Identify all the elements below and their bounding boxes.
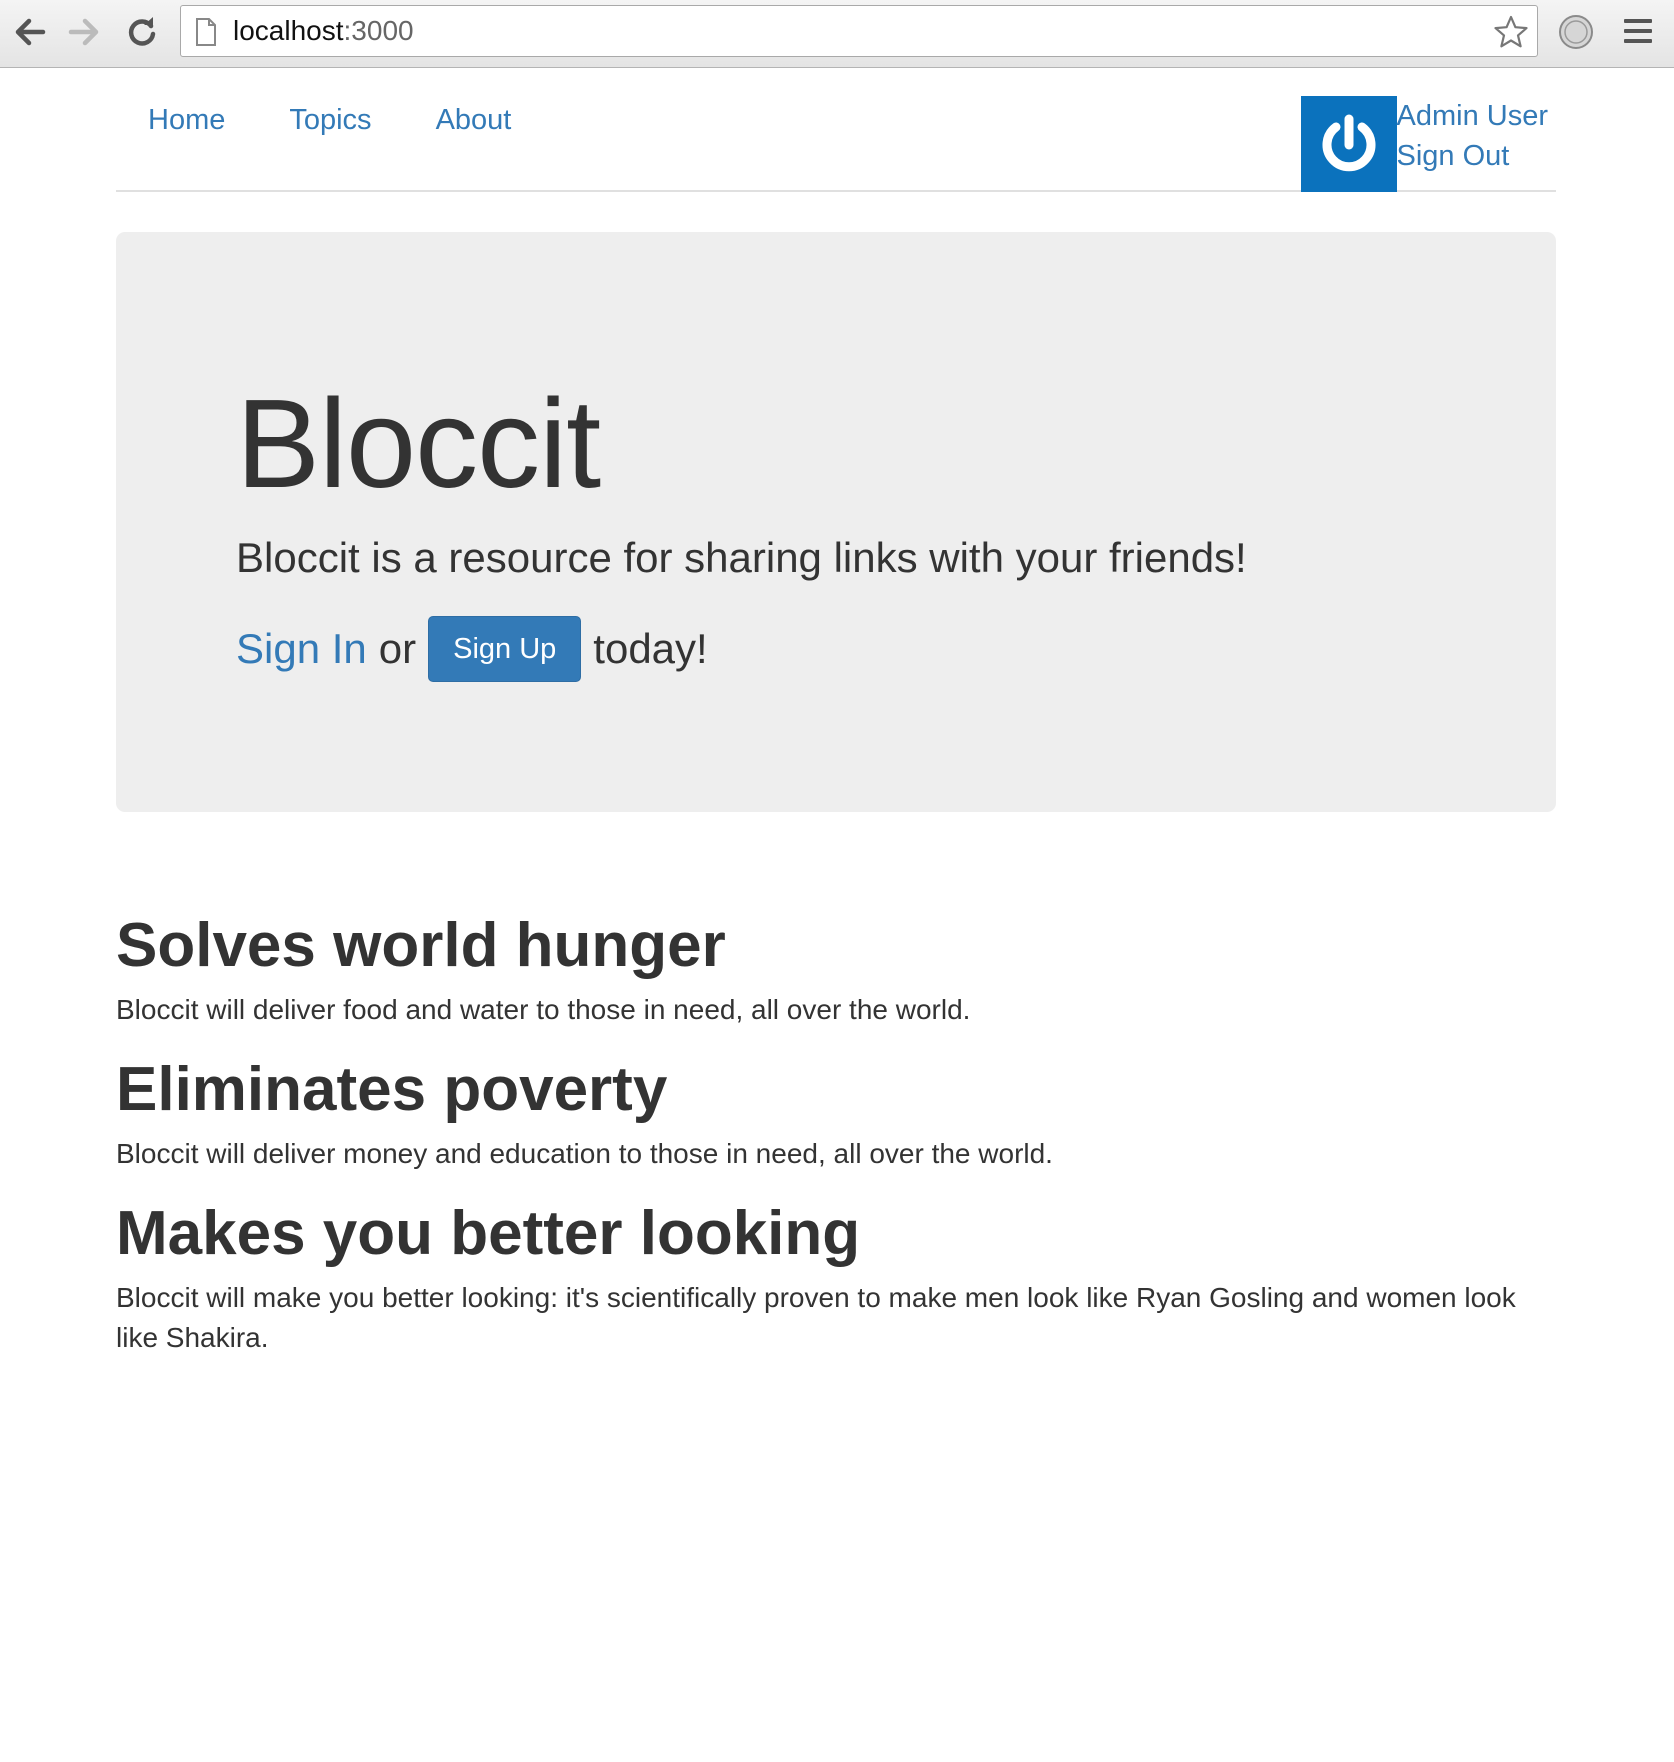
hero-lead: Bloccit is a resource for sharing links … <box>236 534 1247 581</box>
or-text: or <box>378 625 417 672</box>
nav-link-about[interactable]: About <box>404 68 544 172</box>
today-text: today! <box>593 625 708 672</box>
url-host: localhost <box>233 15 344 46</box>
forward-arrow-icon[interactable] <box>64 12 104 52</box>
star-icon[interactable] <box>1493 14 1529 55</box>
browser-toolbar: localhost:3000 <box>0 0 1674 68</box>
user-name-link[interactable]: Admin User <box>1397 96 1549 136</box>
sign-in-link[interactable]: Sign In <box>236 625 367 673</box>
address-bar[interactable]: localhost:3000 <box>180 5 1538 57</box>
user-links: Admin User Sign Out <box>1397 96 1557 192</box>
feature-text: Bloccit will deliver food and water to t… <box>116 994 971 1025</box>
feature-heading: Makes you better looking <box>116 1199 861 1268</box>
url-text: localhost:3000 <box>233 6 414 56</box>
hero-jumbotron: Bloccit Bloccit is a resource for sharin… <box>116 232 1556 812</box>
hero-cta: Sign In or Sign Up today! <box>236 616 708 682</box>
page-icon <box>195 18 217 51</box>
hero-title: Bloccit <box>236 373 601 514</box>
back-arrow-icon[interactable] <box>10 12 50 52</box>
feature-text: Bloccit will deliver money and education… <box>116 1138 1053 1169</box>
hamburger-menu-icon[interactable] <box>1622 16 1658 48</box>
avatar[interactable] <box>1300 96 1397 192</box>
feature-text: Bloccit will make you better looking: it… <box>116 1282 1516 1353</box>
feature-item: Solves world hunger Bloccit will deliver… <box>116 908 1556 1030</box>
nav-link-topics[interactable]: Topics <box>257 68 403 172</box>
reload-icon[interactable] <box>122 12 162 52</box>
url-port: :3000 <box>343 15 414 46</box>
feature-item: Eliminates poverty Bloccit will deliver … <box>116 1052 1556 1174</box>
power-icon <box>1322 114 1375 172</box>
nav-link-home[interactable]: Home <box>116 68 257 172</box>
top-navbar: Home Topics About Admin User Sign Out <box>116 68 1556 192</box>
extension-icon[interactable] <box>1558 14 1594 50</box>
page-container: Home Topics About Admin User Sign Out Bl… <box>116 68 1556 1358</box>
features-section: Solves world hunger Bloccit will deliver… <box>116 908 1556 1358</box>
user-box: Admin User Sign Out <box>1300 96 1557 192</box>
nav-links: Home Topics About <box>116 68 543 172</box>
sign-out-link[interactable]: Sign Out <box>1397 136 1549 176</box>
feature-heading: Solves world hunger <box>116 911 726 980</box>
sign-up-button[interactable]: Sign Up <box>428 616 582 682</box>
feature-heading: Eliminates poverty <box>116 1055 668 1124</box>
feature-item: Makes you better looking Bloccit will ma… <box>116 1196 1556 1358</box>
